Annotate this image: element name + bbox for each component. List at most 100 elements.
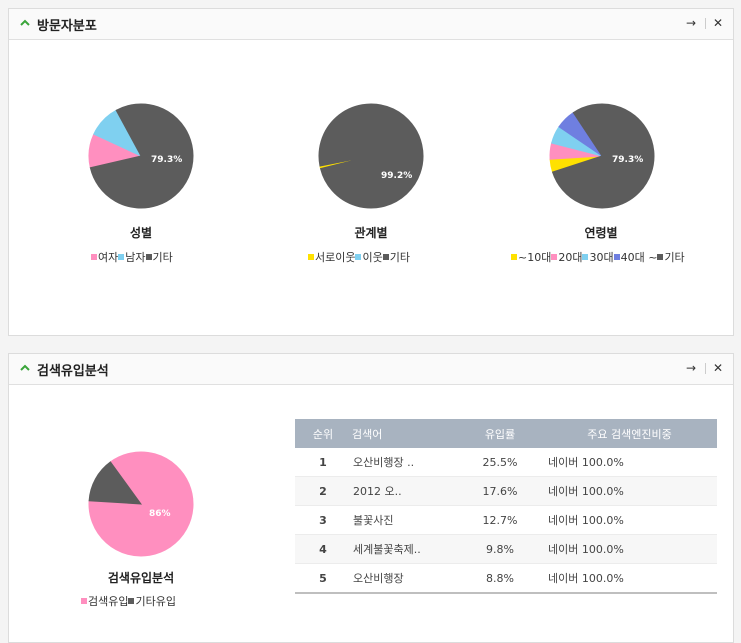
legend-swatch — [91, 254, 97, 260]
keyword-cell[interactable]: 오산비행장 — [351, 563, 458, 594]
panel-header: 검색유입분석 → ✕ — [9, 354, 733, 385]
pie-percent-label: 79.3% — [151, 155, 182, 165]
legend-item: 여자 — [91, 251, 118, 264]
pie-percent-label: 79.3% — [612, 155, 643, 165]
chart-title: 관계별 — [354, 226, 388, 240]
table-header-row: 순위 검색어 유입률 주요 검색엔진비중 — [295, 419, 717, 448]
rate-cell: 8.8% — [458, 563, 542, 594]
chart-title: 검색유입분석 — [107, 571, 175, 585]
table-row[interactable]: 2 2012 오.. 17.6% 네이버 100.0% — [295, 476, 717, 506]
close-icon[interactable]: ✕ — [710, 360, 726, 376]
legend-swatch — [382, 254, 389, 260]
pie-chart-search: 86% — [85, 448, 197, 564]
keyword-cell[interactable]: 불꽃사진 — [351, 505, 458, 535]
engine-share-cell: 네이버 100.0% — [542, 534, 717, 564]
go-arrow-icon[interactable]: → — [683, 360, 699, 376]
pie-chart-age: 79.3% — [546, 100, 658, 216]
table-row[interactable]: 1 오산비행장 .. 25.5% 네이버 100.0% — [295, 448, 717, 477]
legend-label: 서로이웃 — [315, 251, 356, 264]
legend-label: 40대 ~ — [620, 251, 658, 264]
column-header[interactable]: 검색어 — [351, 419, 458, 448]
rate-cell: 17.6% — [458, 476, 542, 506]
legend-label: ~10대 — [518, 251, 552, 264]
pie-percent-label: 86% — [149, 509, 171, 519]
legend-item: 20대 — [551, 251, 582, 264]
pie-percent-label: 99.2% — [381, 171, 412, 181]
legend-label: 20대 — [558, 251, 583, 264]
collapse-icon[interactable] — [19, 362, 31, 374]
legend-label: 기타 — [152, 251, 173, 264]
visitor-distribution-panel: 방문자분포 → ✕ 79.3% 성별 여자 남자 기타 99.2% 관계별 서로이웃… — [8, 8, 734, 336]
panel-title: 검색유입분석 — [37, 364, 109, 379]
keyword-cell[interactable]: 세계불꽃축제.. — [351, 534, 458, 564]
rate-cell: 9.8% — [458, 534, 542, 564]
chart-title: 성별 — [129, 226, 153, 240]
legend-swatch — [511, 254, 517, 260]
panel-header: 방문자분포 → ✕ — [9, 9, 733, 40]
legend-item: 기타 — [382, 251, 410, 264]
legend: 검색유입 기타유입 — [81, 593, 176, 609]
pie-svg: 79.3% — [88, 103, 194, 209]
table-row[interactable]: 3 불꽃사진 12.7% 네이버 100.0% — [295, 505, 717, 535]
legend-item: 기타유입 — [128, 595, 176, 608]
legend-swatch — [551, 254, 558, 260]
legend-label: 검색유입 — [88, 595, 129, 608]
column-header[interactable]: 유입률 — [458, 419, 542, 448]
close-icon[interactable]: ✕ — [710, 15, 726, 31]
table-row[interactable]: 5 오산비행장 8.8% 네이버 100.0% — [295, 563, 717, 594]
legend-item: 30대 — [582, 251, 614, 264]
legend-item: 서로이웃 — [308, 251, 355, 264]
legend-label: 남자 — [125, 251, 146, 264]
legend: 여자 남자 기타 — [91, 249, 173, 265]
panel-title: 방문자분포 — [37, 19, 97, 34]
pie-svg: 79.3% — [549, 103, 655, 209]
pie-chart-relation: 99.2% — [315, 100, 427, 216]
engine-share-cell: 네이버 100.0% — [542, 563, 717, 594]
collapse-icon[interactable] — [19, 17, 31, 29]
legend-swatch — [128, 598, 135, 604]
engine-share-cell: 네이버 100.0% — [542, 476, 717, 506]
rank-cell: 5 — [295, 563, 351, 594]
go-arrow-icon[interactable]: → — [683, 15, 699, 31]
engine-share-cell: 네이버 100.0% — [542, 505, 717, 535]
legend: ~10대 20대 30대 40대 ~ 기타 — [511, 249, 685, 265]
column-header[interactable]: 순위 — [295, 419, 351, 448]
legend-swatch — [582, 254, 589, 260]
legend: 서로이웃 이웃 기타 — [308, 249, 410, 265]
chart-title: 연령별 — [584, 226, 618, 240]
legend-item: 검색유입 — [81, 595, 128, 608]
legend-item: 이웃 — [355, 251, 383, 264]
column-header[interactable]: 주요 검색엔진비중 — [542, 419, 717, 448]
legend-label: 여자 — [98, 251, 119, 264]
legend-item: ~10대 — [511, 251, 551, 264]
legend-swatch — [118, 254, 125, 260]
legend-label: 30대 — [589, 251, 614, 264]
legend-swatch — [145, 254, 152, 260]
legend-label: 기타 — [389, 251, 410, 264]
table-row[interactable]: 4 세계불꽃축제.. 9.8% 네이버 100.0% — [295, 534, 717, 564]
search-inflow-panel: 검색유입분석 → ✕ 86% 검색유입분석 검색유입 기타유입 순위 검색어 유입… — [8, 353, 734, 643]
legend-swatch — [657, 254, 664, 260]
legend-item: 40대 ~ — [613, 251, 658, 264]
pie-svg: 99.2% — [318, 103, 424, 209]
keyword-cell[interactable]: 2012 오.. — [351, 476, 458, 506]
divider — [705, 363, 706, 374]
legend-swatch — [613, 254, 620, 260]
legend-item: 남자 — [118, 251, 146, 264]
legend-swatch — [81, 598, 87, 604]
legend-label: 기타 — [664, 251, 685, 264]
pie-chart-gender: 79.3% — [85, 100, 197, 216]
legend-item: 기타 — [145, 251, 173, 264]
legend-swatch — [308, 254, 314, 260]
rate-cell: 25.5% — [458, 448, 542, 477]
legend-label: 기타유입 — [135, 595, 176, 608]
rank-cell: 3 — [295, 505, 351, 535]
search-keyword-table: 순위 검색어 유입률 주요 검색엔진비중 1 오산비행장 .. 25.5% 네이버 1… — [295, 419, 717, 594]
keyword-cell[interactable]: 오산비행장 .. — [351, 448, 458, 477]
legend-item: 기타 — [657, 251, 685, 264]
legend-swatch — [355, 254, 362, 260]
rank-cell: 1 — [295, 448, 351, 477]
divider — [705, 18, 706, 29]
pie-slice[interactable] — [318, 103, 424, 209]
rank-cell: 2 — [295, 476, 351, 506]
